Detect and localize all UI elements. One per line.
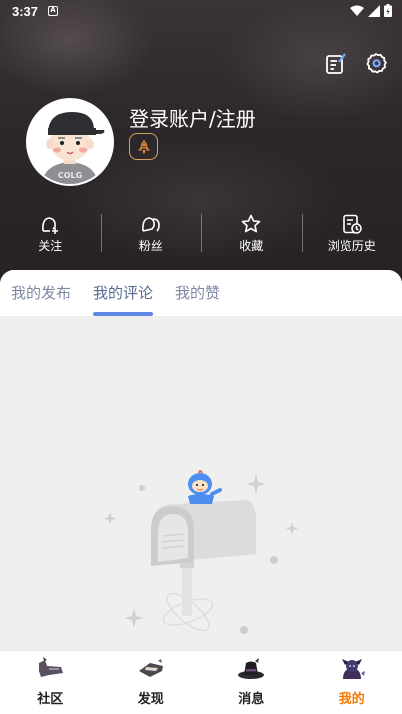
notification-a-icon: A — [48, 6, 58, 16]
cartoon-avatar-icon: COLG — [28, 100, 112, 184]
stat-favorites-label: 收藏 — [239, 238, 264, 253]
stat-follow-label: 关注 — [38, 238, 63, 253]
nav-community[interactable]: 社区 — [0, 651, 101, 714]
stat-history-label: 浏览历史 — [327, 238, 376, 253]
tab-my-likes[interactable]: 我的赞 — [175, 270, 220, 316]
status-bar: 3:37 A — [0, 0, 402, 24]
community-icon — [39, 657, 64, 677]
fans-icon — [141, 216, 160, 232]
level-badge[interactable] — [129, 133, 158, 160]
stat-history[interactable]: 浏览历史 — [301, 212, 402, 254]
content-panel: 我的发布 我的评论 我的赞 — [0, 270, 402, 714]
rocket-badge-icon — [137, 139, 150, 154]
discover-icon — [138, 659, 163, 677]
wifi-icon — [350, 5, 364, 16]
nav-messages[interactable]: 消息 — [201, 651, 302, 714]
nav-discover[interactable]: 发现 — [101, 651, 202, 714]
status-time: 3:37 — [12, 4, 39, 19]
header-actions — [324, 52, 388, 76]
message-icon — [238, 658, 265, 679]
signal-icon — [368, 4, 380, 17]
stat-follow[interactable]: 关注 — [0, 212, 101, 254]
mine-icon — [341, 659, 365, 679]
settings-gear-icon[interactable] — [364, 52, 388, 76]
stat-fans-label: 粉丝 — [138, 238, 163, 253]
star-icon — [241, 214, 261, 232]
stats-row: 关注 粉丝 收藏 浏览历史 — [0, 212, 402, 254]
bottom-navigation: 社区 发现 消息 我的 — [0, 650, 402, 714]
nav-mine-label: 我的 — [338, 692, 365, 707]
follow-icon — [42, 216, 59, 234]
content-tabs: 我的发布 我的评论 我的赞 — [0, 270, 402, 316]
edit-note-icon[interactable] — [324, 52, 348, 76]
nav-community-label: 社区 — [37, 692, 64, 707]
empty-mailbox-illustration — [104, 470, 298, 634]
avatar[interactable]: COLG — [26, 98, 114, 186]
avatar-shirt-text: COLG — [58, 171, 82, 180]
tab-my-posts[interactable]: 我的发布 — [11, 270, 71, 316]
tab-my-comments[interactable]: 我的评论 — [93, 270, 154, 316]
status-icons — [350, 4, 392, 17]
nav-mine[interactable]: 我的 — [302, 651, 402, 714]
stat-favorites[interactable]: 收藏 — [201, 212, 302, 254]
battery-icon — [384, 4, 392, 17]
login-register-link[interactable]: 登录账户/注册 — [129, 103, 256, 132]
nav-messages-label: 消息 — [238, 692, 265, 707]
history-icon — [342, 214, 362, 234]
stat-fans[interactable]: 粉丝 — [100, 212, 202, 254]
nav-discover-label: 发现 — [137, 692, 164, 707]
